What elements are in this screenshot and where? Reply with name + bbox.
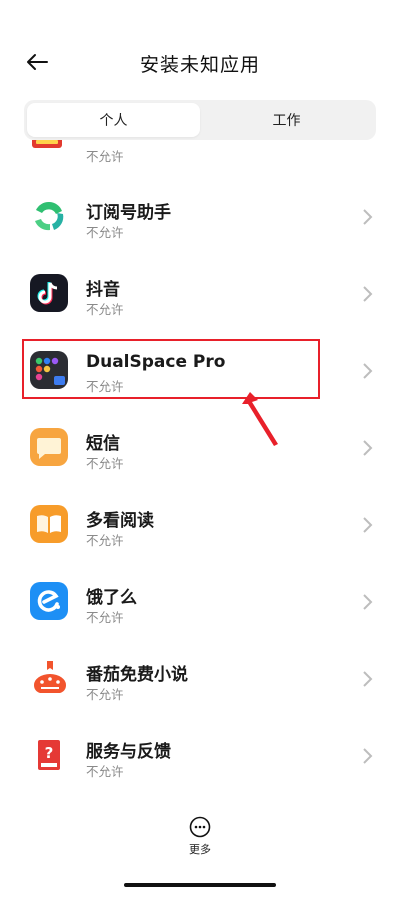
chevron-right-icon xyxy=(363,209,373,225)
tab-work[interactable]: 工作 xyxy=(200,103,373,137)
list-item[interactable]: 订阅号助手 不允许 xyxy=(0,178,400,255)
app-status: 不允许 xyxy=(86,302,124,317)
sms-icon xyxy=(30,428,68,466)
list-item[interactable]: 饿了么 不允许 xyxy=(0,563,400,640)
chevron-right-icon xyxy=(363,517,373,533)
red-badge-app-icon xyxy=(30,140,68,152)
list-item[interactable]: 不允许 xyxy=(0,140,400,171)
app-name: 番茄免费小说 xyxy=(86,665,188,685)
dualspace-pro-icon xyxy=(30,351,68,389)
app-name: DualSpace Pro xyxy=(86,352,226,372)
fanqie-novel-icon xyxy=(30,659,68,697)
app-status: 不允许 xyxy=(86,456,124,471)
home-indicator[interactable] xyxy=(124,883,276,887)
chevron-right-icon xyxy=(363,748,373,764)
chevron-right-icon xyxy=(363,440,373,456)
app-status: 不允许 xyxy=(86,225,124,240)
app-status: 不允许 xyxy=(86,687,124,702)
app-status: 不允许 xyxy=(86,764,124,779)
chevron-right-icon xyxy=(363,671,373,687)
more-button[interactable]: 更多 xyxy=(176,816,224,862)
app-status: 不允许 xyxy=(86,379,124,394)
header: 安装未知应用 xyxy=(0,0,400,100)
chevron-right-icon xyxy=(363,286,373,302)
profile-tabs: 个人 工作 xyxy=(24,100,376,140)
duokan-reader-icon xyxy=(30,505,68,543)
douyin-icon xyxy=(30,274,68,312)
list-item[interactable]: ? 服务与反馈 不允许 xyxy=(0,717,400,794)
list-item[interactable]: DualSpace Pro 不允许 xyxy=(0,332,400,409)
tab-personal[interactable]: 个人 xyxy=(27,103,200,137)
app-status: 不允许 xyxy=(86,149,124,164)
app-name: 多看阅读 xyxy=(86,511,154,531)
page-title: 安装未知应用 xyxy=(139,54,260,76)
app-name: 短信 xyxy=(86,434,120,454)
more-label: 更多 xyxy=(189,843,211,856)
list-item[interactable]: 抖音 不允许 xyxy=(0,255,400,332)
list-item[interactable]: 多看阅读 不允许 xyxy=(0,486,400,563)
list-item[interactable]: 番茄免费小说 不允许 xyxy=(0,640,400,717)
svg-text:?: ? xyxy=(45,744,54,762)
eleme-icon xyxy=(30,582,68,620)
app-status: 不允许 xyxy=(86,610,124,625)
app-name: 服务与反馈 xyxy=(86,742,171,762)
subscription-assistant-icon xyxy=(30,197,68,235)
more-icon xyxy=(189,816,211,838)
app-name: 抖音 xyxy=(86,280,120,300)
chevron-right-icon xyxy=(363,594,373,610)
chevron-right-icon xyxy=(363,363,373,379)
app-status: 不允许 xyxy=(86,533,124,548)
app-name: 订阅号助手 xyxy=(86,203,171,223)
service-feedback-icon: ? xyxy=(30,736,68,774)
list-item[interactable]: 短信 不允许 xyxy=(0,409,400,486)
app-list: 不允许 订阅号助手 不允许 抖音 不允许 DualSpace Pro 不允许 短… xyxy=(0,140,400,800)
app-name: 饿了么 xyxy=(86,588,137,608)
